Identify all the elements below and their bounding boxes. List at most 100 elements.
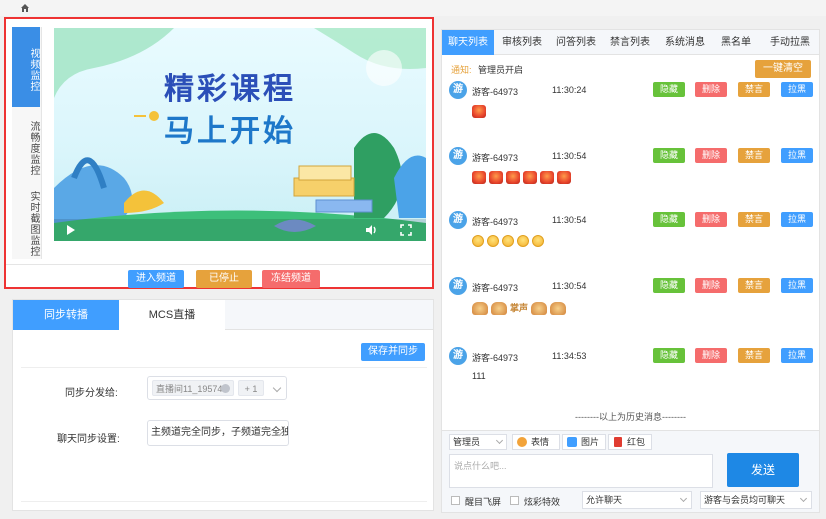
- image-button[interactable]: 图片: [562, 434, 606, 450]
- chat-permission-select[interactable]: 游客与会员均可聊天: [700, 491, 812, 509]
- block-button[interactable]: 拉黑: [781, 278, 813, 293]
- enter-channel-button[interactable]: 进入频道: [128, 270, 184, 288]
- tab-sync-relay[interactable]: 同步转播: [13, 300, 119, 330]
- distribute-tag-label: 直播间11_19574: [156, 384, 223, 394]
- tab-mute-list[interactable]: 禁言列表: [604, 30, 656, 55]
- chat-message: 游游客-64973 11:34:53 隐藏 删除 禁言 拉黑 111: [442, 347, 819, 413]
- tab-review-list[interactable]: 审核列表: [496, 30, 548, 55]
- delete-button[interactable]: 删除: [695, 82, 727, 97]
- chat-message: 游游客-64973 11:30:54 隐藏 删除 禁言 拉黑 掌声: [442, 277, 819, 343]
- message-body: [472, 171, 574, 185]
- sync-form: 同步分发给: 直播间11_19574 + 1 聊天同步设置: 主频道完全同步，子…: [21, 367, 427, 502]
- fullscreen-icon[interactable]: [400, 224, 412, 236]
- distribute-more-tag: + 1: [238, 380, 264, 396]
- hide-button[interactable]: 隐藏: [653, 212, 685, 227]
- video-monitor-panel: 视频监控 流畅度监控 实时截图监控 精彩课程 马上开始 进入频道 已停止 冻结频…: [4, 17, 434, 289]
- delete-button[interactable]: 删除: [695, 278, 727, 293]
- sync-panel: 同步转播 MCS直播 保存并同步 同步分发给: 直播间11_19574 + 1 …: [12, 299, 434, 511]
- mute-button[interactable]: 禁言: [738, 148, 770, 163]
- chevron-down-icon: [495, 436, 504, 445]
- color-effect-checkbox[interactable]: [510, 496, 519, 505]
- avatar: 游: [449, 81, 467, 99]
- hide-button[interactable]: 隐藏: [653, 348, 685, 363]
- message-body: [472, 235, 547, 249]
- avatar: 游: [449, 147, 467, 165]
- clap-emoji-icon: [531, 302, 548, 316]
- block-button[interactable]: 拉黑: [781, 212, 813, 227]
- message-body: 掌声: [472, 301, 569, 316]
- block-button[interactable]: 拉黑: [781, 148, 813, 163]
- role-select[interactable]: 管理员: [449, 434, 507, 450]
- face-emoji-icon: [502, 235, 514, 247]
- close-icon[interactable]: [221, 384, 230, 393]
- chat-permission-value: 游客与会员均可聊天: [704, 495, 786, 505]
- chat-sync-select[interactable]: 主频道完全同步，子频道完全独立: [147, 420, 289, 446]
- gift-emoji-icon: [540, 171, 554, 184]
- tab-chat-list[interactable]: 聊天列表: [442, 30, 494, 55]
- chevron-down-icon: [679, 494, 688, 503]
- distribute-select[interactable]: 直播间11_19574 + 1: [147, 376, 287, 400]
- delete-button[interactable]: 删除: [695, 212, 727, 227]
- chat-message: 游游客-64973 11:30:54 隐藏 删除 禁言 拉黑: [442, 147, 819, 213]
- emoji-button[interactable]: 表情: [512, 434, 560, 450]
- mute-button[interactable]: 禁言: [738, 82, 770, 97]
- avatar: 游: [449, 277, 467, 295]
- block-button[interactable]: 拉黑: [781, 348, 813, 363]
- hide-button[interactable]: 隐藏: [653, 82, 685, 97]
- sync-tabs: 同步转播 MCS直播: [13, 300, 433, 330]
- red-packet-icon: [614, 437, 622, 447]
- message-time: 11:30:54: [552, 215, 587, 225]
- mute-button[interactable]: 禁言: [738, 212, 770, 227]
- clap-emoji-icon: [491, 302, 507, 316]
- stopped-button[interactable]: 已停止: [196, 270, 252, 288]
- tab-blacklist[interactable]: 黑名单: [714, 30, 758, 55]
- chat-tabs: 聊天列表 审核列表 问答列表 禁言列表 系统消息 黑名单 手动拉黑: [442, 30, 819, 55]
- volume-icon[interactable]: [365, 224, 378, 236]
- tab-mcs-live[interactable]: MCS直播: [119, 300, 225, 330]
- history-divider: --------以上为历史消息--------: [575, 412, 686, 422]
- mute-button[interactable]: 禁言: [738, 348, 770, 363]
- tab-qa-list[interactable]: 问答列表: [550, 30, 602, 55]
- video-player[interactable]: 精彩课程 马上开始: [54, 28, 426, 241]
- play-icon[interactable]: [66, 224, 76, 236]
- tab-system-messages[interactable]: 系统消息: [658, 30, 712, 55]
- highlight-fly-checkbox[interactable]: [451, 496, 460, 505]
- tab-fluency-monitor[interactable]: 流畅度监控: [12, 113, 40, 183]
- chat-composer: 管理员 表情 图片 红包 说点什么吧... 发送 醒目飞屏 炫彩特效 允许聊天 …: [442, 430, 819, 512]
- freeze-channel-button[interactable]: 冻结频道: [262, 270, 320, 288]
- hide-button[interactable]: 隐藏: [653, 278, 685, 293]
- chat-sync-value: 主频道完全同步，子频道完全独立: [151, 427, 289, 438]
- block-button[interactable]: 拉黑: [781, 82, 813, 97]
- message-user: 游客-64973: [472, 353, 519, 363]
- message-body: [472, 105, 489, 119]
- allow-chat-select[interactable]: 允许聊天: [582, 491, 692, 509]
- tab-manual-block[interactable]: 手动拉黑: [762, 30, 818, 55]
- avatar: 游: [449, 347, 467, 365]
- home-icon[interactable]: [20, 3, 30, 13]
- clear-all-button[interactable]: 一键清空: [755, 60, 811, 78]
- top-bar: [0, 0, 826, 16]
- gift-emoji-icon: [506, 171, 520, 184]
- channel-buttons: 进入频道 已停止 冻结频道: [6, 264, 432, 288]
- emoji-text: 掌声: [510, 303, 529, 313]
- chat-panel: 聊天列表 审核列表 问答列表 禁言列表 系统消息 黑名单 手动拉黑 通知: 管理…: [441, 29, 820, 513]
- monitor-tabs: 视频监控 流畅度监控 实时截图监控: [12, 27, 42, 259]
- message-body: 111: [472, 371, 486, 385]
- red-packet-button[interactable]: 红包: [608, 434, 652, 450]
- tab-video-monitor[interactable]: 视频监控: [12, 27, 40, 107]
- highlight-fly-label: 醒目飞屏: [465, 497, 502, 507]
- delete-button[interactable]: 删除: [695, 348, 727, 363]
- delete-button[interactable]: 删除: [695, 148, 727, 163]
- message-user: 游客-64973: [472, 217, 519, 227]
- notice-label: 通知:: [451, 65, 472, 75]
- save-and-sync-button[interactable]: 保存并同步: [361, 343, 425, 361]
- mute-button[interactable]: 禁言: [738, 278, 770, 293]
- send-button[interactable]: 发送: [727, 453, 799, 487]
- clap-emoji-icon: [550, 302, 567, 316]
- image-icon: [567, 437, 577, 447]
- face-emoji-icon: [532, 235, 544, 247]
- message-user: 游客-64973: [472, 153, 519, 163]
- tab-screenshot-monitor[interactable]: 实时截图监控: [12, 189, 40, 259]
- hide-button[interactable]: 隐藏: [653, 148, 685, 163]
- chat-input[interactable]: 说点什么吧...: [449, 454, 713, 488]
